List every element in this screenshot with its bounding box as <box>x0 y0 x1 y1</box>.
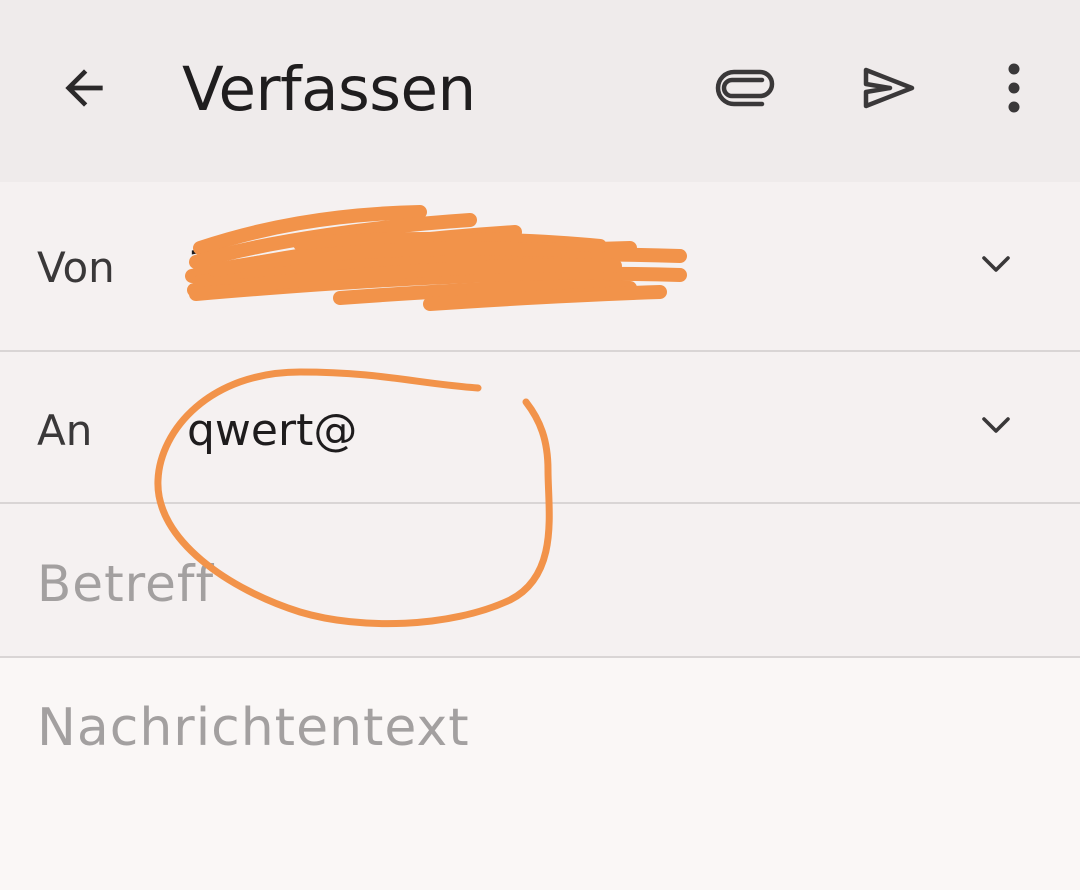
arrow-back-icon <box>65 69 103 107</box>
to-label: An <box>37 406 93 455</box>
send-icon <box>863 67 915 109</box>
attach-button[interactable] <box>699 43 789 133</box>
more-options-button[interactable] <box>969 43 1059 133</box>
from-dropdown-toggle[interactable] <box>966 234 1026 294</box>
chevron-down-icon <box>982 417 1010 433</box>
subject-input[interactable] <box>37 548 1037 620</box>
from-label: Von <box>37 243 115 292</box>
from-address: 1 <box>187 241 215 292</box>
subject-field-row[interactable] <box>0 504 1080 656</box>
page-title: Verfassen <box>182 54 476 125</box>
message-body-input[interactable] <box>37 690 1037 840</box>
send-button[interactable] <box>843 43 933 133</box>
back-button[interactable] <box>39 43 129 133</box>
chevron-down-icon <box>982 256 1010 272</box>
to-address-input[interactable]: qwert@ <box>187 404 357 458</box>
message-body-area[interactable] <box>0 658 1080 890</box>
paperclip-icon <box>715 69 775 107</box>
to-dropdown-toggle[interactable] <box>966 395 1026 455</box>
to-field-row[interactable]: An qwert@ <box>0 352 1080 502</box>
more-vert-icon <box>1008 63 1020 113</box>
top-app-bar: Verfassen <box>0 0 1080 182</box>
from-field-row[interactable]: Von 1 <box>0 182 1080 350</box>
